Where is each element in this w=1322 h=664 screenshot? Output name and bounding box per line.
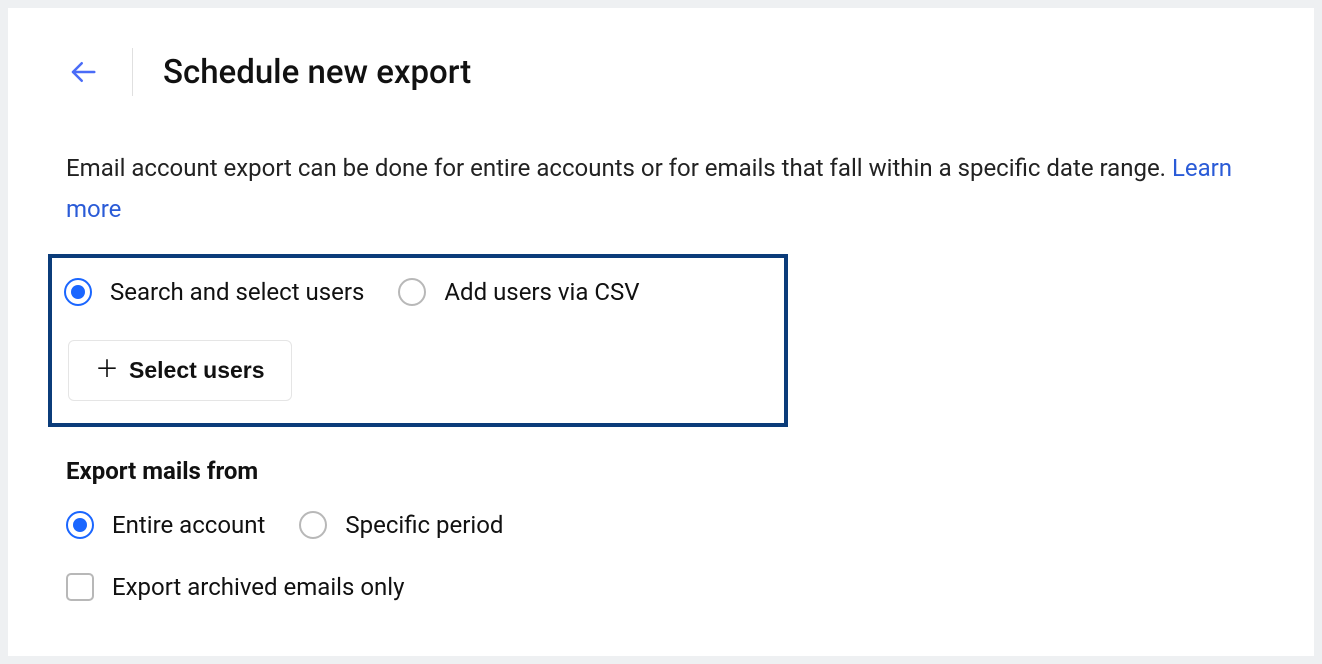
header-divider [132, 48, 133, 96]
select-users-button-label: Select users [129, 357, 265, 384]
export-from-heading: Export mails from [66, 457, 1256, 485]
radio-dot [73, 518, 87, 532]
radio-selected-icon [64, 278, 92, 306]
export-card: Schedule new export Email account export… [8, 8, 1314, 656]
radio-csv-label: Add users via CSV [444, 278, 639, 306]
checkbox-archived-label: Export archived emails only [112, 573, 404, 601]
plus-icon: ＋ [95, 358, 119, 382]
back-arrow-icon[interactable] [66, 55, 100, 89]
export-from-radio-row: Entire account Specific period [66, 511, 1256, 539]
radio-entire-label: Entire account [112, 511, 265, 539]
select-users-button[interactable]: ＋ Select users [68, 340, 292, 401]
radio-search-label: Search and select users [110, 278, 364, 306]
radio-entire-account[interactable]: Entire account [66, 511, 265, 539]
radio-add-users-csv[interactable]: Add users via CSV [398, 278, 639, 306]
description-text: Email account export can be done for ent… [66, 148, 1256, 230]
page-title: Schedule new export [163, 53, 471, 92]
checkbox-unchecked-icon [66, 573, 94, 601]
header: Schedule new export [66, 48, 1256, 96]
radio-unselected-icon [299, 511, 327, 539]
user-selection-radio-row: Search and select users Add users via CS… [64, 278, 768, 306]
radio-selected-icon [66, 511, 94, 539]
radio-specific-period[interactable]: Specific period [299, 511, 503, 539]
radio-search-select-users[interactable]: Search and select users [64, 278, 364, 306]
description-body: Email account export can be done for ent… [66, 154, 1172, 182]
radio-dot [71, 285, 85, 299]
checkbox-archived-only[interactable]: Export archived emails only [66, 573, 404, 601]
user-selection-highlight: Search and select users Add users via CS… [48, 254, 788, 427]
radio-specific-label: Specific period [345, 511, 503, 539]
radio-unselected-icon [398, 278, 426, 306]
